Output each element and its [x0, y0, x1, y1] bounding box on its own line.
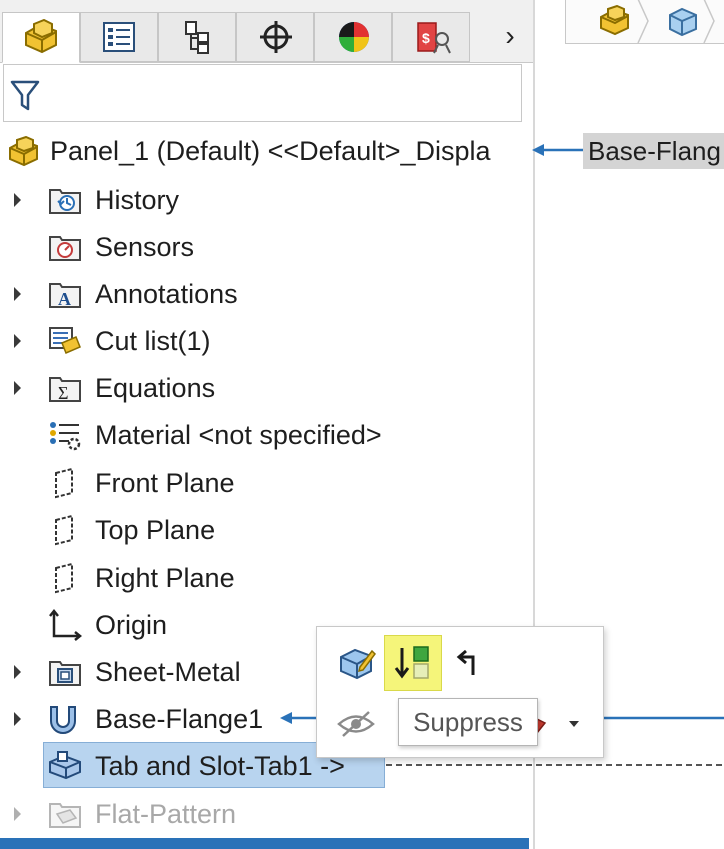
tree-item-right-plane[interactable]: Right Plane: [0, 556, 535, 600]
part-root-icon: [9, 136, 38, 167]
filter-bar[interactable]: [3, 64, 522, 122]
cam-manager-tab[interactable]: $: [392, 12, 470, 62]
tab-slot-dashed-leader: [386, 764, 724, 766]
sensors-folder-icon: [49, 236, 81, 261]
feature-manager-tab[interactable]: [2, 12, 80, 63]
callout-label[interactable]: Base-Flang: [583, 133, 724, 169]
property-list-icon: [103, 22, 135, 52]
edit-feature-button[interactable]: [327, 635, 385, 691]
body-breadcrumb-icon[interactable]: [664, 5, 702, 39]
svg-text:A: A: [58, 289, 71, 309]
part-icon: [25, 19, 57, 54]
tree-item-label: Cut list(1): [95, 326, 211, 356]
tree-item-label: Right Plane: [95, 563, 235, 593]
crosshair-icon: [260, 21, 292, 53]
flat-pattern-icon: [49, 803, 81, 828]
tree-item-label: Tab and Slot-Tab1 ->: [95, 751, 345, 781]
plane-icon: [55, 514, 73, 546]
annotations-folder-icon: A: [49, 283, 81, 309]
display-sphere-icon: [339, 22, 369, 52]
plane-icon: [55, 467, 73, 499]
tree-item-label: Top Plane: [95, 515, 216, 545]
edit-feature-icon: [340, 648, 376, 680]
expand-arrow-icon[interactable]: [14, 381, 21, 395]
configuration-manager-tab[interactable]: [158, 12, 236, 62]
expand-arrow-icon[interactable]: [14, 665, 21, 679]
expand-arrow-icon[interactable]: [14, 807, 21, 821]
manager-tab-strip: $ ›: [0, 0, 535, 63]
origin-icon: [49, 609, 82, 641]
tree-item-material[interactable]: Material <not specified>: [0, 413, 535, 457]
breadcrumb-chevron-icon: [637, 0, 649, 43]
svg-text:$: $: [422, 30, 430, 46]
property-manager-tab[interactable]: [80, 12, 158, 62]
tree-item-equations[interactable]: Σ Equations: [0, 366, 535, 410]
tree-item-label: Base-Flange1: [95, 704, 264, 734]
cam-icon: $: [417, 22, 451, 54]
cut-list-icon: [49, 327, 81, 354]
tree-item-flat-pattern[interactable]: Flat-Pattern: [0, 792, 535, 836]
tab-slot-icon: [49, 751, 81, 780]
tree-item-label: Sensors: [95, 232, 195, 262]
tree-item-front-plane[interactable]: Front Plane: [0, 461, 535, 505]
tree-item-annotations[interactable]: A Annotations: [0, 272, 535, 316]
tree-item-label: Origin: [95, 610, 168, 640]
expand-arrow-icon[interactable]: [14, 334, 21, 348]
hide-button[interactable]: [327, 695, 385, 751]
tree-item-label: History: [95, 185, 180, 215]
chevron-down-icon: [569, 721, 579, 727]
tree-item-history[interactable]: History: [0, 178, 535, 222]
history-folder-icon: [49, 189, 81, 214]
display-manager-tab[interactable]: [314, 12, 392, 62]
part-root-label[interactable]: Panel_1 (Default) <<Default>_Displa: [50, 136, 530, 166]
configuration-icon: [185, 21, 209, 54]
breadcrumb-chevron-icon: [703, 0, 715, 43]
suppress-tooltip: Suppress: [398, 698, 538, 746]
tree-item-label: Sheet-Metal: [95, 657, 241, 687]
dimxpert-manager-tab[interactable]: [236, 12, 314, 62]
filter-funnel-icon[interactable]: [10, 79, 40, 113]
callout-leader-arrow-icon: [532, 144, 585, 156]
expand-arrow-icon[interactable]: [14, 193, 21, 207]
tree-item-label: Flat-Pattern: [95, 799, 237, 829]
suppress-button[interactable]: [384, 635, 442, 691]
suppress-icon: [394, 646, 429, 679]
material-icon: [50, 422, 81, 451]
plane-icon: [55, 562, 73, 594]
part-breadcrumb-icon[interactable]: [598, 5, 636, 39]
tree-item-label: Material <not specified>: [95, 420, 382, 450]
tree-item-cut-list[interactable]: Cut list(1): [0, 319, 535, 363]
rollback-button[interactable]: [443, 635, 501, 691]
expand-arrow-icon[interactable]: [14, 712, 21, 726]
hide-eye-icon: [337, 711, 375, 737]
tabs-scroll-right-icon[interactable]: ›: [490, 16, 530, 56]
tree-item-label: Equations: [95, 373, 216, 403]
svg-text:Σ: Σ: [58, 383, 68, 403]
rollback-arrow-icon: [456, 649, 475, 675]
tree-item-label: Annotations: [95, 279, 238, 309]
tree-item-top-plane[interactable]: Top Plane: [0, 508, 535, 552]
base-flange-icon: [50, 706, 76, 734]
tree-item-label: Front Plane: [95, 468, 235, 498]
sheet-metal-icon: [49, 661, 81, 686]
tree-item-sensors[interactable]: Sensors: [0, 225, 535, 269]
breadcrumb[interactable]: [565, 0, 724, 44]
expand-arrow-icon[interactable]: [14, 287, 21, 301]
panel-bottom-bar: [0, 838, 529, 849]
equations-folder-icon: Σ: [49, 377, 81, 403]
